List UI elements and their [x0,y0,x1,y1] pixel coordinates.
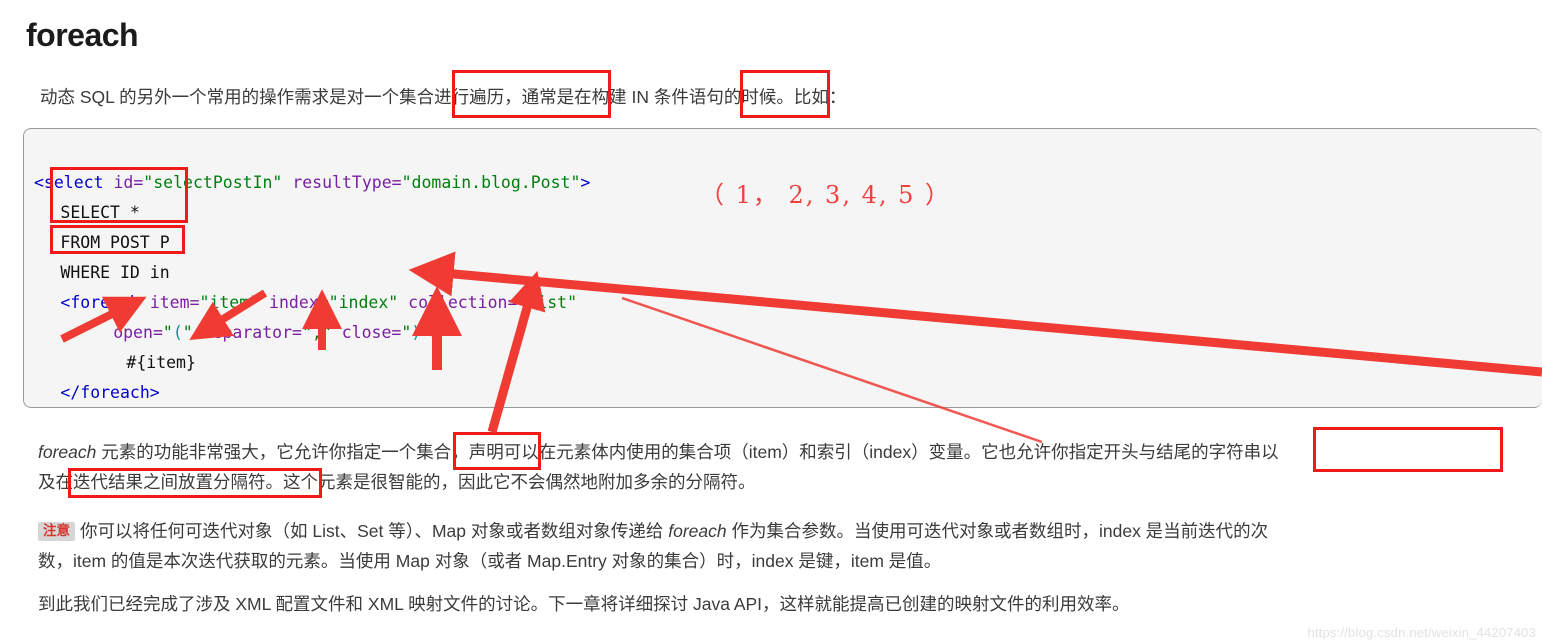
note-foreach-italic: foreach [668,521,727,541]
note-line-1-a: 你可以将任何可迭代对象（如 List、Set 等）、Map 对象或者数组对象传递… [80,521,669,541]
foreach-desc-line-1: foreach 元素的功能非常强大，它允许你指定一个集合，声明可以在元素体内使用… [38,442,1279,462]
foreach-keyword-italic: foreach [38,442,97,462]
code-line-6: open="(" separator="," close=")"> [113,323,442,342]
foreach-desc-line-2: 及在迭代结果之间放置分隔符。这个元素是很智能的，因此它不会偶然地附加多余的分隔符… [38,472,756,492]
code-line-8: </foreach> [60,383,160,402]
page-title: foreach [26,17,139,53]
foreach-desc-line-1-rest: 元素的功能非常强大，它允许你指定一个集合，声明可以在元素体内使用的集合项（ite… [96,442,1279,462]
note-line-2: 数，item 的值是本次迭代获取的元素。当使用 Map 对象（或者 Map.En… [38,551,942,571]
intro-paragraph: 动态 SQL 的另外一个常用的操作需求是对一个集合进行遍历，通常是在构建 IN … [40,87,847,107]
code-content: <select id="selectPostIn" resultType="do… [34,138,591,407]
note-line-1-b: 作为集合参数。当使用可迭代对象或者数组时，index 是当前迭代的次 [726,521,1269,541]
highlight-open-close-string [1313,427,1503,472]
code-line-4: WHERE ID in [60,263,170,282]
code-line-3: FROM POST P [60,233,170,252]
note-paragraph: 注意 你可以将任何可迭代对象（如 List、Set 等）、Map 对象或者数组对象… [38,516,1268,576]
code-line-1: <select id="selectPostIn" resultType="do… [34,173,591,192]
code-line-7: #{item} [126,353,196,372]
code-line-5: <foreach item="item" index="index" colle… [60,293,578,312]
handwritten-annotation: （ 1， 2, 3, 4, 5 ） [700,181,952,209]
note-badge: 注意 [38,522,75,541]
site-watermark: https://blog.csdn.net/weixin_44207403 [1307,625,1536,640]
code-line-2: SELECT * [60,203,140,222]
final-paragraph: 到此我们已经完成了涉及 XML 配置文件和 XML 映射文件的讨论。下一章将详细… [38,594,1130,614]
foreach-description-paragraph: foreach 元素的功能非常强大，它允许你指定一个集合，声明可以在元素体内使用… [38,437,1279,497]
code-block: <select id="selectPostIn" resultType="do… [23,128,1542,408]
